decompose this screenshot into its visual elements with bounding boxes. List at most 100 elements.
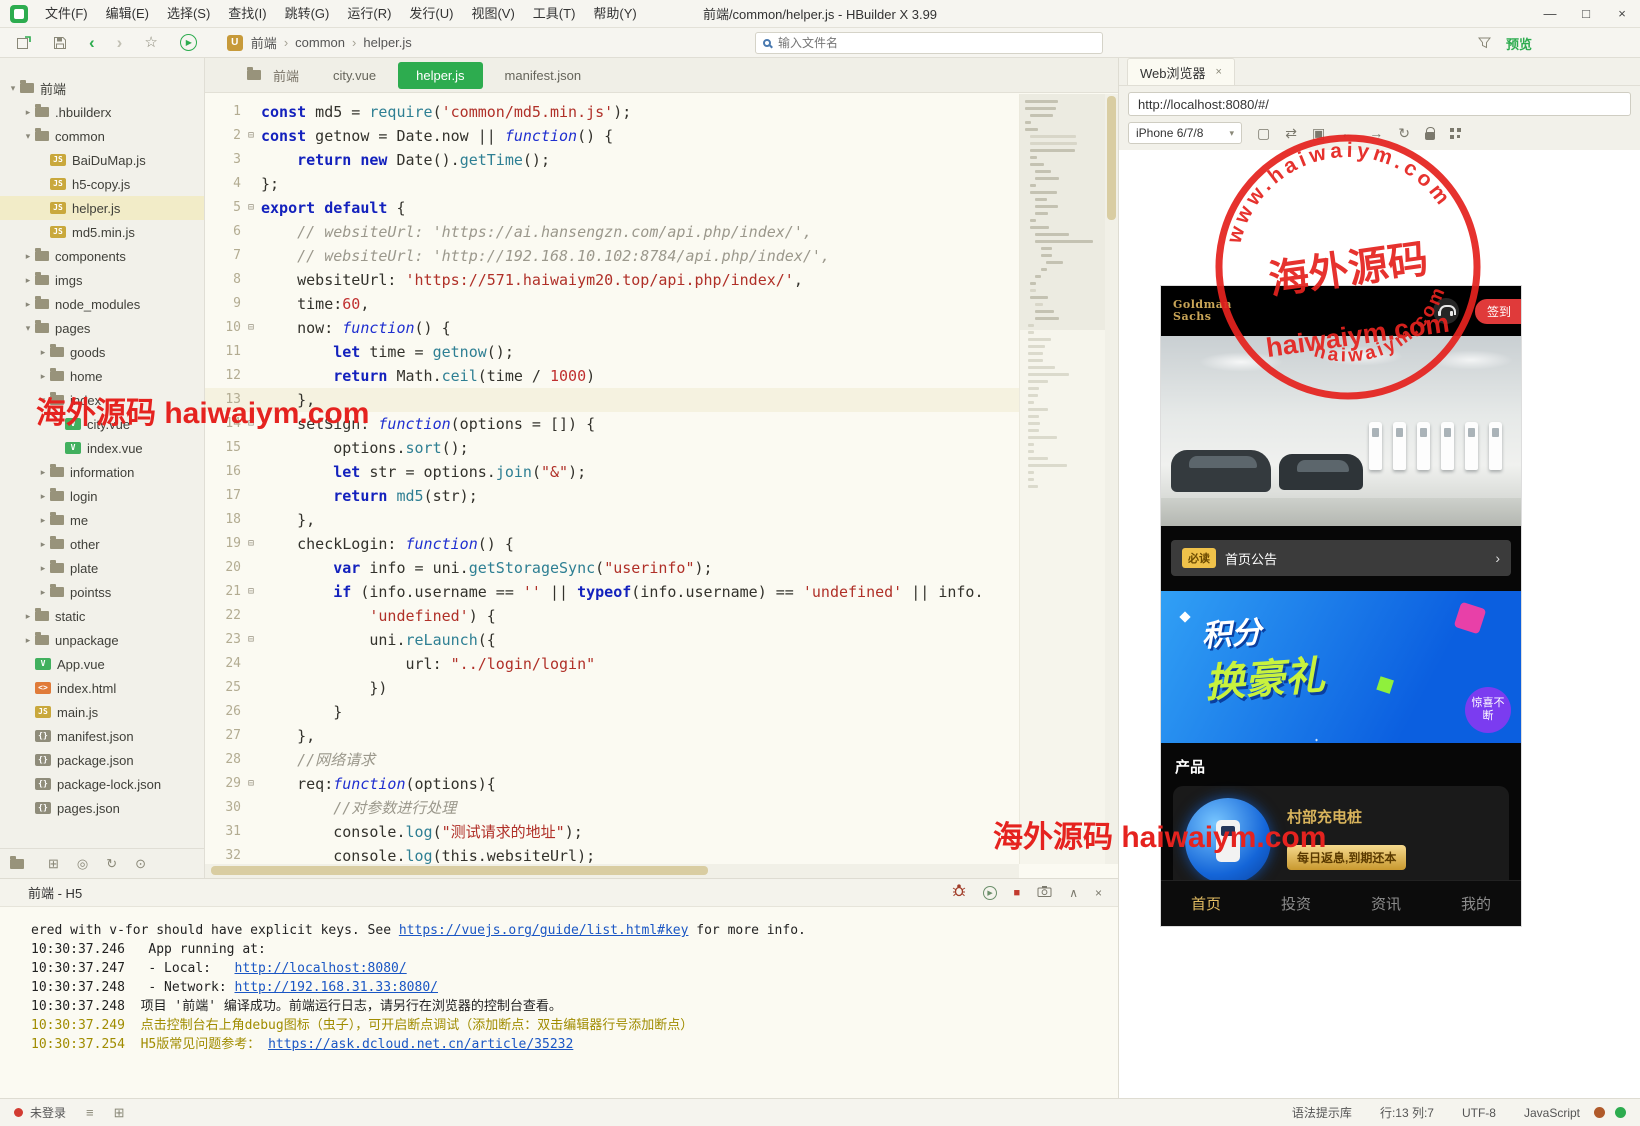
tree-item[interactable]: ▸ components [0, 244, 204, 268]
statusbar-item[interactable]: 行:13 列:7 [1380, 1104, 1434, 1121]
console-link[interactable]: https://ask.dcloud.net.cn/article/35232 [268, 1037, 573, 1052]
line-number[interactable]: 31 [205, 820, 241, 844]
save-icon[interactable] [53, 36, 67, 50]
tree-item[interactable]: ▸ goods [0, 340, 204, 364]
line-number[interactable]: 11 [205, 340, 241, 364]
fold-icon[interactable]: ⊟ [241, 316, 261, 340]
tab-helper.js[interactable]: helper.js [398, 61, 483, 89]
close-panel-icon[interactable]: × [1095, 886, 1102, 900]
line-number[interactable]: 17 [205, 484, 241, 508]
qrcode-icon[interactable] [1449, 127, 1461, 139]
console-link[interactable]: http://192.168.31.33:8080/ [235, 980, 439, 995]
menu-item[interactable]: 查找(I) [219, 0, 275, 28]
explorer-icon[interactable] [10, 855, 30, 869]
tab-city.vue[interactable]: city.vue [315, 62, 394, 89]
line-number[interactable]: 8 [205, 268, 241, 292]
breadcrumb-item[interactable]: 前端 [251, 33, 277, 52]
code-line[interactable]: 10 ⊟ now: function() { [205, 316, 1019, 340]
line-number[interactable]: 29 [205, 772, 241, 796]
code-line[interactable]: 26 } [205, 700, 1019, 724]
tree-item[interactable]: Vindex.vue [0, 436, 204, 460]
line-number[interactable]: 27 [205, 724, 241, 748]
menu-item[interactable]: 选择(S) [158, 0, 219, 28]
forward-icon[interactable]: › [117, 34, 123, 51]
line-number[interactable]: 28 [205, 748, 241, 772]
code-line[interactable]: 17 return md5(str); [205, 484, 1019, 508]
sidebar-footer-icon[interactable]: ⊙ [135, 856, 146, 872]
code-line[interactable]: 31 console.log("测试请求的地址"); [205, 820, 1019, 844]
lock-icon[interactable] [1424, 126, 1435, 140]
tree-item[interactable]: JS main.js [0, 700, 204, 724]
fold-icon[interactable]: ⊟ [241, 772, 261, 796]
code-line[interactable]: 29 ⊟ req:function(options){ [205, 772, 1019, 796]
code-line[interactable]: 3 return new Date().getTime(); [205, 148, 1019, 172]
line-number[interactable]: 3 [205, 148, 241, 172]
search-input[interactable] [778, 36, 1095, 50]
code-line[interactable]: 13 }, [205, 388, 1019, 412]
tree-item[interactable]: {} package.json [0, 748, 204, 772]
tree-item[interactable]: {} pages.json [0, 796, 204, 820]
breadcrumb-item[interactable]: helper.js [363, 35, 411, 50]
line-number[interactable]: 10 [205, 316, 241, 340]
sidebar-footer-icon[interactable]: ⊞ [48, 856, 59, 872]
menu-item[interactable]: 工具(T) [524, 0, 585, 28]
nav-forward-icon[interactable]: → [1369, 125, 1383, 141]
line-number[interactable]: 32 [205, 844, 241, 864]
tree-item[interactable]: ▸ login [0, 484, 204, 508]
code-line[interactable]: 9 time:60, [205, 292, 1019, 316]
filter-icon[interactable] [1477, 36, 1492, 54]
tab-manifest.json[interactable]: manifest.json [487, 62, 600, 89]
promo-banner[interactable]: 积分 换豪礼 惊喜不断 [1161, 591, 1521, 743]
close-icon[interactable]: × [1604, 0, 1640, 28]
nav-item-我的[interactable]: 我的 [1431, 881, 1521, 926]
tree-item[interactable]: ▸ me [0, 508, 204, 532]
code-line[interactable]: 5 ⊟ export default { [205, 196, 1019, 220]
customer-service-icon[interactable] [1433, 298, 1459, 324]
fold-icon[interactable]: ⊟ [241, 628, 261, 652]
code-line[interactable]: 4}; [205, 172, 1019, 196]
tree-item[interactable]: ▾ pages [0, 316, 204, 340]
console-link[interactable]: http://localhost:8080/ [235, 961, 407, 976]
tree-item[interactable]: ▸ imgs [0, 268, 204, 292]
tree-item[interactable]: Vcity.vue [0, 412, 204, 436]
browser-tab[interactable]: Web浏览器 × [1127, 58, 1235, 85]
menu-item[interactable]: 帮助(Y) [584, 0, 645, 28]
sync-indicator-icon[interactable] [1615, 1107, 1626, 1118]
tree-item[interactable]: JS h5-copy.js [0, 172, 204, 196]
login-status[interactable]: 未登录 [30, 1104, 66, 1121]
split-view-icon[interactable]: ⊞ [114, 1105, 125, 1121]
sidebar-footer-icon[interactable]: ↻ [106, 856, 117, 872]
menu-item[interactable]: 文件(F) [36, 0, 97, 28]
code-line[interactable]: 20 var info = uni.getStorageSync("userin… [205, 556, 1019, 580]
line-number[interactable]: 26 [205, 700, 241, 724]
statusbar-item[interactable]: 语法提示库 [1292, 1104, 1352, 1121]
list-icon[interactable]: ≡ [86, 1105, 94, 1120]
tree-item[interactable]: ▸ static [0, 604, 204, 628]
sidebar-footer-icon[interactable]: ◎ [77, 856, 88, 872]
refresh-icon[interactable]: ↻ [1398, 125, 1410, 142]
tree-item[interactable]: {} package-lock.json [0, 772, 204, 796]
menu-item[interactable]: 编辑(E) [97, 0, 158, 28]
tree-item[interactable]: <> index.html [0, 676, 204, 700]
tree-item[interactable]: ▸ information [0, 460, 204, 484]
code-line[interactable]: 6 // websiteUrl: 'https://ai.hansengzn.c… [205, 220, 1019, 244]
line-number[interactable]: 16 [205, 460, 241, 484]
responsive-icon[interactable]: ▢ [1257, 125, 1270, 142]
line-number[interactable]: 9 [205, 292, 241, 316]
horizontal-scrollbar[interactable] [205, 864, 1019, 878]
vertical-scrollbar-thumb[interactable] [1107, 96, 1116, 220]
line-number[interactable]: 12 [205, 364, 241, 388]
code-area[interactable]: 1 const md5 = require('common/md5.min.js'… [205, 94, 1019, 864]
code-line[interactable]: 27 }, [205, 724, 1019, 748]
code-line[interactable]: 16 let str = options.join("&"); [205, 460, 1019, 484]
line-number[interactable]: 19 [205, 532, 241, 556]
device-select[interactable]: iPhone 6/7/8 ▾ [1128, 122, 1242, 144]
code-line[interactable]: 32 console.log(this.websiteUrl); [205, 844, 1019, 864]
rerun-icon[interactable]: ▶ [982, 885, 997, 900]
tree-item[interactable]: ▸ home [0, 364, 204, 388]
line-number[interactable]: 4 [205, 172, 241, 196]
tree-item[interactable]: ▸ .hbuilderx [0, 100, 204, 124]
debug-icon[interactable] [952, 883, 966, 902]
tree-item[interactable]: JS helper.js [0, 196, 204, 220]
line-number[interactable]: 1 [205, 100, 241, 124]
